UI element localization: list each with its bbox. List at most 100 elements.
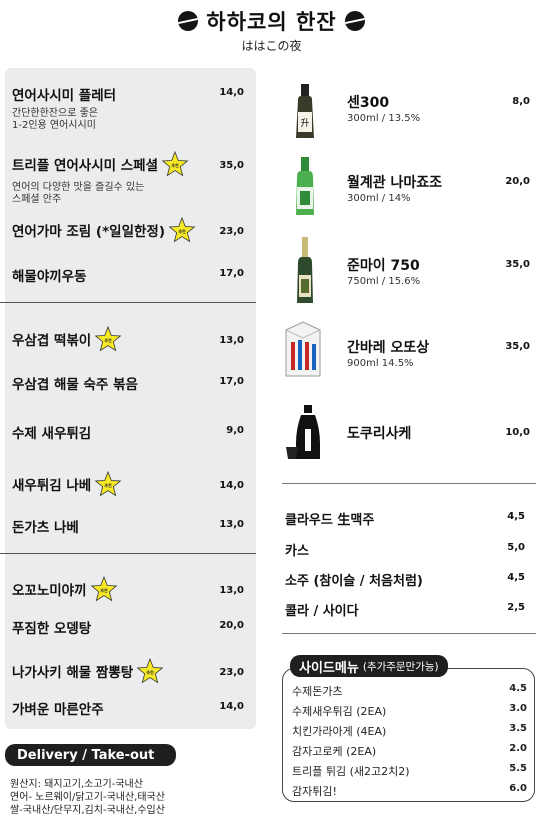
drink-name: 센300: [347, 95, 390, 111]
beverage-price: 4,5: [507, 572, 525, 583]
food-description-line: 1-2인용 연어시시미: [12, 120, 96, 131]
beverage-item: 클라우드 生맥주 4,5: [285, 509, 525, 528]
food-name-text: 수제 새우튀김: [12, 426, 92, 442]
food-description-line: 스페셜 안주: [12, 194, 62, 205]
carton-icon: [285, 321, 321, 377]
beverage-item: 카스 5,0: [285, 540, 525, 559]
food-price: 20,0: [219, 620, 244, 631]
side-menu-item: 감자튀김! 6.0: [292, 783, 527, 799]
food-item: 돈가츠 나베 13,0: [12, 516, 244, 536]
food-name-text: 나가사키 해물 짬뽕탕: [12, 665, 134, 681]
food-description-line: 간단한한잔으로 좋은: [12, 108, 98, 119]
side-menu-item: 수제새우튀김 (2EA) 3.0: [292, 703, 527, 719]
delivery-heading: Delivery / Take-out: [5, 744, 176, 766]
food-name: 수제 새우튀김: [12, 422, 91, 442]
food-item: 연어가마 조림 (*일일한정) 추천 23,0: [12, 216, 244, 244]
side-item-price: 3.5: [509, 723, 527, 734]
food-name: 연어가마 조림 (*일일한정) 추천: [12, 216, 196, 244]
beverage-name: 카스: [285, 544, 309, 559]
food-name: 새우튀김 나베 추천: [12, 470, 122, 498]
drink-price: 35,0: [505, 341, 530, 352]
beverage-price: 4,5: [507, 511, 525, 522]
side-menu-title: 사이드메뉴: [299, 660, 359, 676]
food-name-text: 가벼운 마른안주: [12, 702, 104, 718]
side-item-price: 6.0: [509, 783, 527, 794]
side-item-price: 2.0: [509, 743, 527, 754]
food-name: 우삼겹 해물 숙주 볶음: [12, 373, 138, 393]
side-item-name: 감자고로케 (2EA): [292, 745, 377, 758]
food-name-text: 새우튀김 나베: [12, 478, 92, 494]
drink-volume: 900ml 14.5%: [347, 358, 414, 369]
food-name-text: 우삼겹 떡볶이: [12, 333, 92, 349]
side-menu-item: 트리플 튀김 (새2고2치2) 5.5: [292, 763, 527, 779]
food-name: 나가사키 해물 짬뽕탕 추천: [12, 657, 164, 685]
recommend-star-icon: 추천: [94, 470, 122, 497]
beverage-item: 콜라 / 사이다 2,5: [285, 600, 525, 619]
beverage-item: 소주 (참이슬 / 처음처럼) 4,5: [285, 570, 525, 589]
food-item: 새우튀김 나베 추천 14,0: [12, 470, 244, 498]
star-label: 추천: [100, 587, 108, 593]
food-name: 연어사시미 플레터: [12, 84, 116, 104]
recommend-star-icon: 추천: [168, 216, 196, 243]
food-item: 나가사키 해물 짬뽕탕 추천 23,0: [12, 657, 244, 685]
beverage-name: 콜라 / 사이다: [285, 604, 359, 619]
food-name: 우삼겹 떡볶이 추천: [12, 325, 122, 353]
recommend-star-icon: 추천: [136, 657, 164, 684]
food-section-divider: [0, 553, 256, 554]
star-label: 추천: [147, 669, 155, 675]
page-title: 하하코의 한잔: [206, 10, 337, 34]
drink-volume: 750ml / 15.6%: [347, 276, 421, 287]
beverage-name: 소주 (참이슬 / 처음처럼): [285, 574, 423, 589]
svg-text:升: 升: [300, 118, 309, 129]
side-menu-note: (추가주문만가능): [362, 660, 439, 673]
side-item-name: 수제새우튀김 (2EA): [292, 705, 387, 718]
star-label: 추천: [171, 162, 179, 168]
food-item: 트리플 연어사시미 스페셜 추천 35,0 연어의 다양한 맛을 즐길수 있는 스페셜 …: [12, 150, 244, 206]
side-menu-item: 치킨가라아게 (4EA) 3.5: [292, 723, 527, 739]
food-name: 가벼운 마른안주: [12, 698, 104, 718]
star-label: 추천: [105, 482, 113, 488]
side-menu-item: 감자고로케 (2EA) 2.0: [292, 743, 527, 759]
food-price: 14,0: [219, 480, 244, 491]
beverage-price: 5,0: [507, 542, 525, 553]
food-price: 9,0: [226, 425, 244, 436]
food-item: 해물야끼우동 17,0: [12, 265, 244, 285]
food-price: 13,0: [219, 585, 244, 596]
food-price: 14,0: [219, 87, 244, 98]
beverage-price: 2,5: [507, 602, 525, 613]
drink-name: 월계관 나마죠조: [347, 175, 443, 191]
side-item-name: 트리플 튀김 (새2고2치2): [292, 765, 410, 778]
food-item: 연어사시미 플레터 14,0 간단한한잔으로 좋은 1-2인용 연어시시미: [12, 84, 244, 132]
food-name-text: 우삼겹 해물 숙주 볶음: [12, 377, 138, 393]
side-item-name: 치킨가라아게 (4EA): [292, 725, 387, 738]
food-price: 23,0: [219, 226, 244, 237]
drink-name: 준마이 750: [347, 258, 420, 274]
drinks-divider: [282, 633, 536, 634]
food-item: 오꼬노미야끼 추천 13,0: [12, 575, 244, 603]
recommend-star-icon: 추천: [90, 575, 117, 602]
side-menu-item: 수제돈가츠 4.5: [292, 683, 527, 699]
food-section-divider: [0, 302, 256, 303]
tall-bottle-icon: [297, 237, 313, 303]
star-label: 추천: [178, 228, 186, 234]
side-item-price: 4.5: [509, 683, 527, 694]
drinks-divider: [282, 483, 536, 484]
drink-item: 升 센300 300ml / 13.5% 8,0: [282, 82, 530, 152]
drink-name: 간바레 오또상: [347, 340, 430, 356]
side-item-name: 감자튀김!: [292, 785, 337, 798]
sake-bottle-icon: 升: [296, 84, 314, 138]
food-name: 해물야끼우동: [12, 265, 87, 285]
menu-header: 하하코의 한잔 ははこの夜: [0, 6, 543, 54]
right-circle-icon: [344, 11, 365, 31]
recommend-star-icon: 추천: [94, 325, 122, 352]
food-name-text: 연어사시미 플레터: [12, 88, 117, 104]
food-price: 13,0: [219, 519, 244, 530]
origin-line: 쌀-국내산/단무지,김치-국내산,수입산: [10, 805, 165, 816]
food-price: 13,0: [219, 335, 244, 346]
drink-price: 10,0: [505, 427, 530, 438]
food-price: 17,0: [219, 376, 244, 387]
food-description: 간단한한잔으로 좋은 1-2인용 연어시시미: [12, 108, 244, 132]
food-name-text: 오꼬노미야끼: [12, 583, 87, 599]
food-price: 14,0: [219, 701, 244, 712]
left-circle-icon: [178, 11, 199, 31]
